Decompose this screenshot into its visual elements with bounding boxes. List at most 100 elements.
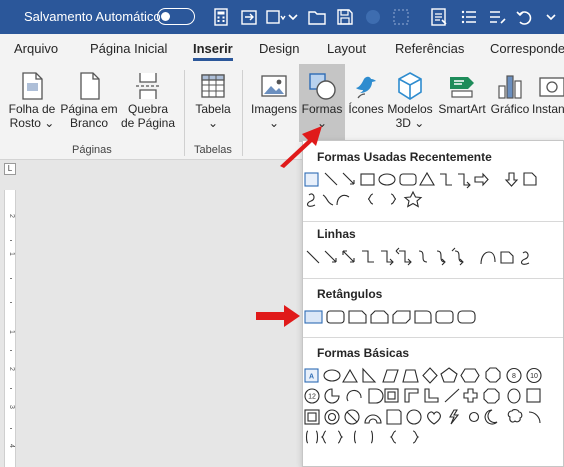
shape-scribble[interactable]	[306, 193, 316, 207]
shape-curved-double-arrow[interactable]	[451, 247, 464, 266]
shape-rounded-rectangle[interactable]	[326, 310, 345, 324]
shape-right-brace[interactable]	[390, 193, 397, 205]
shape-rectangle-selected[interactable]	[304, 310, 323, 324]
shape-triangle[interactable]	[342, 368, 358, 383]
shape-half-frame[interactable]	[404, 388, 419, 403]
shape-text-box[interactable]	[304, 172, 319, 187]
modelos-3d-button[interactable]: Modelos 3D ⌄	[386, 70, 434, 130]
shape-elbow-arrow[interactable]	[458, 173, 471, 189]
shape-round-diagonal-rectangle[interactable]	[457, 310, 476, 324]
shape-folded-corner[interactable]	[386, 409, 402, 425]
shape-oval[interactable]	[323, 369, 341, 382]
shape-down-arrow[interactable]	[504, 172, 519, 187]
line-shapes[interactable]	[303, 246, 564, 272]
shape-right-brace[interactable]	[412, 430, 420, 444]
shape-double-arrow-line[interactable]	[342, 250, 355, 263]
shape-block-arc[interactable]	[364, 414, 382, 424]
shape-line[interactable]	[324, 172, 338, 186]
vertical-ruler[interactable]: 2 1 1 2 3 4	[4, 190, 16, 467]
tab-inserir[interactable]: Inserir	[193, 41, 233, 56]
tab-design[interactable]: Design	[259, 41, 299, 56]
tab-arquivo[interactable]: Arquivo	[14, 41, 58, 56]
folder-icon[interactable]	[306, 6, 328, 28]
shape-sun[interactable]	[468, 411, 480, 423]
sync-icon[interactable]	[238, 6, 260, 28]
save-icon[interactable]	[334, 6, 356, 28]
smartart-button[interactable]: SmartArt	[436, 70, 488, 116]
dots-icon[interactable]	[390, 6, 412, 28]
shape-elbow-connector[interactable]	[440, 173, 452, 186]
shape-oval[interactable]	[378, 173, 396, 186]
shape-parallelogram[interactable]	[382, 369, 399, 383]
shape-left-bracket[interactable]	[353, 430, 357, 444]
shape-smiley-face[interactable]	[406, 409, 422, 425]
tab-referencias[interactable]: Referências	[395, 41, 464, 56]
shape-round-corner-rectangle[interactable]	[414, 310, 432, 324]
grafico-button[interactable]: Gráfico	[488, 70, 532, 116]
shape-chord[interactable]	[346, 389, 362, 402]
shape-right-triangle[interactable]	[362, 367, 377, 383]
shape-heptagon[interactable]	[485, 367, 501, 383]
shape-snip-rectangle[interactable]	[523, 172, 537, 186]
shape-left-brace[interactable]	[367, 193, 374, 205]
shape-hexagon[interactable]	[460, 368, 480, 383]
tabela-button[interactable]: Tabela ⌄	[192, 70, 234, 130]
shape-snip-diagonal-rectangle[interactable]	[392, 310, 411, 324]
list-edit-icon[interactable]	[486, 6, 508, 28]
shape-elbow-double-arrow[interactable]	[395, 247, 412, 266]
shape-snip-same-side-rectangle[interactable]	[370, 310, 389, 324]
shape-arc[interactable]	[528, 411, 541, 424]
list-icon[interactable]	[458, 6, 480, 28]
shape-rectangle[interactable]	[360, 173, 375, 186]
shape-right-arrow[interactable]	[474, 172, 489, 187]
shape-frame[interactable]	[384, 388, 399, 403]
autosave-toggle[interactable]	[157, 8, 195, 25]
calculator-icon[interactable]	[210, 6, 232, 28]
shape-left-brace[interactable]	[389, 430, 397, 444]
shape-can[interactable]	[507, 388, 521, 404]
shape-star[interactable]	[403, 190, 423, 208]
shape-rounded-rectangle[interactable]	[399, 173, 417, 186]
shape-pie[interactable]	[324, 388, 340, 404]
chevron-down-icon[interactable]	[540, 6, 562, 28]
undo-icon[interactable]	[514, 6, 536, 28]
shape-curve[interactable]	[480, 251, 496, 265]
chevron-down-icon[interactable]	[282, 6, 304, 28]
shape-heart[interactable]	[427, 411, 441, 425]
shape-trapezoid[interactable]	[402, 369, 419, 383]
shape-lightning-bolt[interactable]	[449, 409, 460, 425]
shape-elbow-arrow[interactable]	[381, 250, 394, 266]
shapes-gallery[interactable]: Formas Usadas Recentemente Linhas Retâng…	[302, 140, 564, 467]
basic-shapes[interactable]: A 8 10 12	[303, 365, 564, 467]
form-icon[interactable]	[428, 6, 450, 28]
shape-curved-arrow[interactable]	[436, 250, 446, 266]
tab-layout[interactable]: Layout	[327, 41, 366, 56]
ruler-tab-selector[interactable]: L	[4, 163, 16, 175]
shape-scribble[interactable]	[520, 251, 530, 265]
shape-line[interactable]	[306, 250, 320, 264]
shape-moon[interactable]	[484, 409, 498, 425]
shape-l-shape[interactable]	[424, 388, 439, 403]
shape-donut[interactable]	[324, 409, 340, 425]
shape-arrow-line[interactable]	[324, 250, 337, 263]
shape-teardrop[interactable]	[368, 388, 384, 404]
icones-button[interactable]: Ícones	[346, 70, 386, 116]
shape-diamond[interactable]	[422, 367, 438, 384]
shape-double-bracket[interactable]	[305, 430, 319, 444]
shape-freeform[interactable]	[500, 251, 514, 264]
shape-double-brace[interactable]	[320, 430, 344, 444]
shape-arc[interactable]	[336, 194, 350, 206]
pagina-em-branco-button[interactable]: Página em Branco	[60, 70, 118, 130]
shape-elbow-connector[interactable]	[362, 250, 374, 263]
tab-correspondencias[interactable]: Corresponde	[490, 41, 564, 56]
shape-pentagon[interactable]	[440, 367, 458, 383]
recent-shapes[interactable]	[303, 169, 564, 213]
quebra-de-pagina-button[interactable]: Quebra de Página	[120, 70, 176, 130]
shape-diagonal-stripe[interactable]	[444, 388, 460, 403]
folha-de-rosto-button[interactable]: Folha de Rosto ⌄	[6, 70, 58, 130]
shape-curved-connector[interactable]	[418, 250, 428, 263]
shape-snip-corner-rectangle[interactable]	[348, 310, 367, 324]
shape-arrow-line[interactable]	[342, 172, 355, 185]
shape-round-same-side-rectangle[interactable]	[435, 310, 454, 324]
shape-curve[interactable]	[322, 194, 334, 206]
